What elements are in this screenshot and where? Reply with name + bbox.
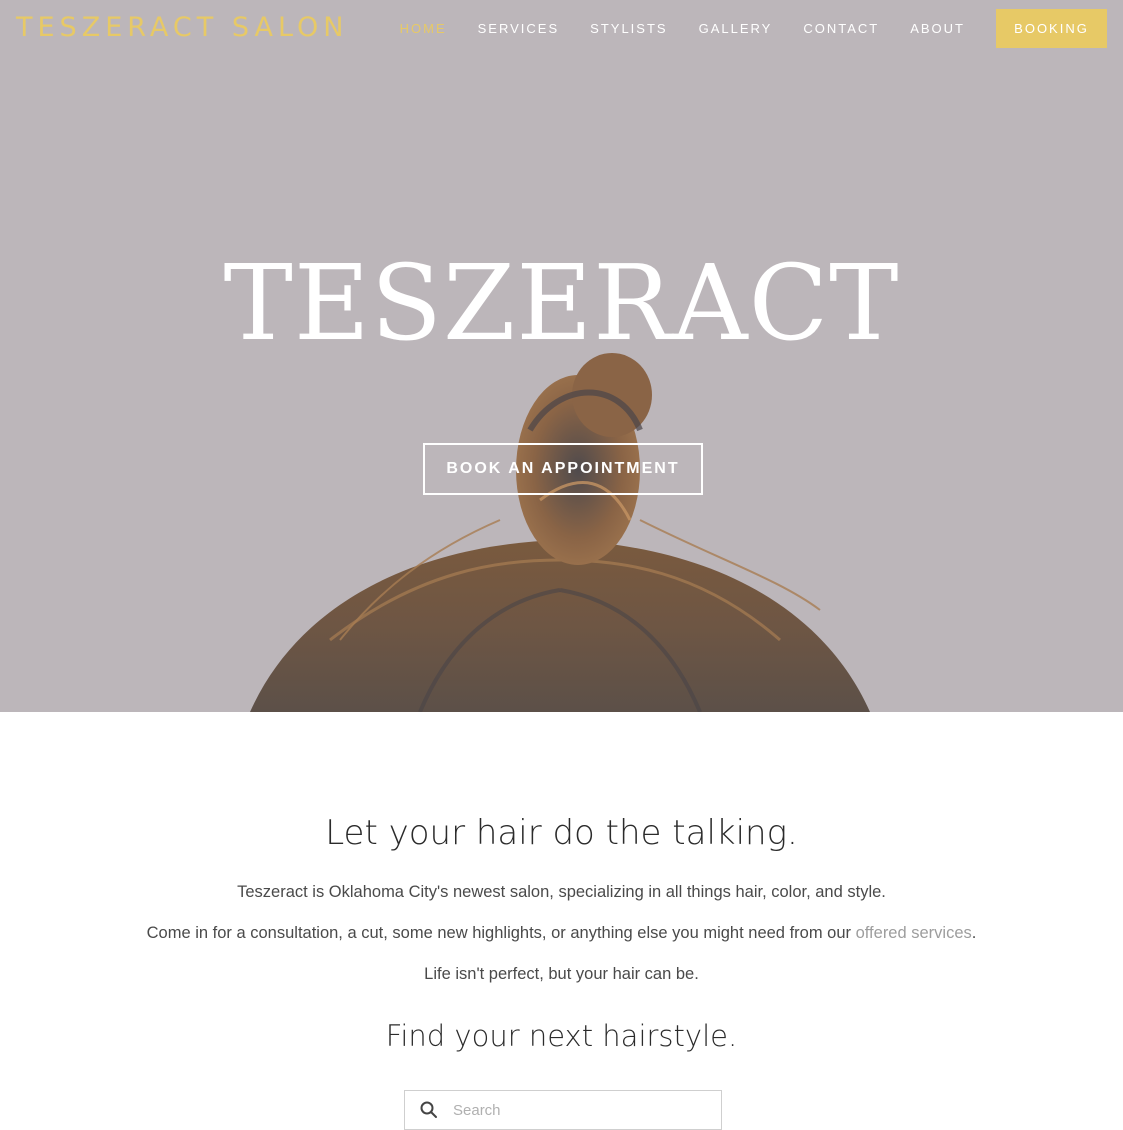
intro-text-end: . — [971, 924, 977, 942]
site-title[interactable]: TESZERACT SALON — [16, 10, 348, 46]
offered-services-link[interactable]: offered services — [856, 924, 972, 942]
search-input[interactable] — [451, 1100, 701, 1120]
book-appointment-button[interactable]: BOOK AN APPOINTMENT — [423, 443, 703, 495]
intro-tagline: Life isn't perfect, but your hair can be… — [424, 965, 699, 983]
intro-section: Let your hair do the talking. Teszeract … — [0, 712, 1123, 1130]
intro-text: Come in for a consultation, a cut, some … — [146, 924, 856, 942]
main-nav: HOME SERVICES STYLISTS GALLERY CONTACT A… — [400, 9, 1107, 48]
search-box[interactable] — [404, 1090, 722, 1130]
nav-services[interactable]: SERVICES — [478, 21, 560, 36]
hero-section: TESZERACT SALON HOME SERVICES STYLISTS G… — [0, 0, 1123, 712]
booking-button[interactable]: BOOKING — [996, 9, 1107, 48]
nav-contact[interactable]: CONTACT — [803, 21, 879, 36]
find-hairstyle-heading: Find your next hairstyle. — [385, 1019, 738, 1053]
intro-paragraph-services: Come in for a consultation, a cut, some … — [0, 921, 1123, 945]
nav-stylists[interactable]: STYLISTS — [590, 21, 667, 36]
nav-about[interactable]: ABOUT — [910, 21, 965, 36]
nav-gallery[interactable]: GALLERY — [699, 21, 773, 36]
intro-heading: Let your hair do the talking. — [325, 813, 798, 853]
hero-title: TESZERACT — [223, 242, 900, 364]
nav-home[interactable]: HOME — [400, 21, 447, 36]
search-icon — [420, 1101, 437, 1118]
intro-paragraph: Teszeract is Oklahoma City's newest salo… — [237, 883, 886, 901]
